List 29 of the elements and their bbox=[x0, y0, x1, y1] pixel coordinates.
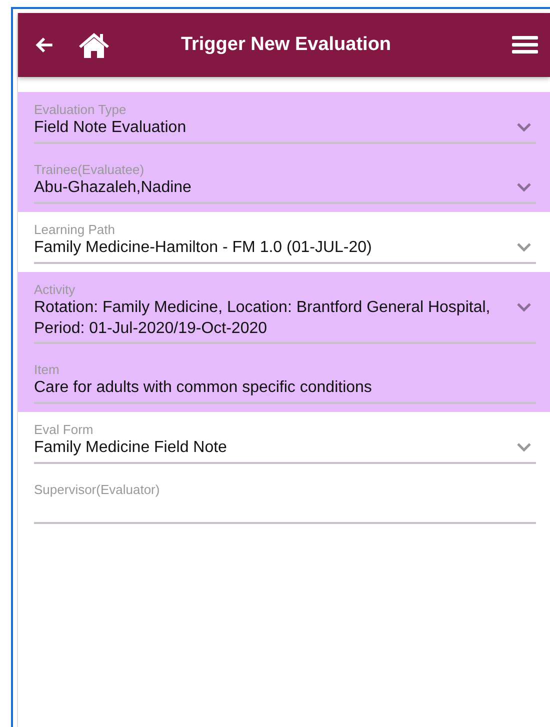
menu-icon bbox=[512, 34, 538, 56]
field-value: Abu-Ghazaleh,Nadine bbox=[34, 178, 192, 198]
chevron-down-icon bbox=[516, 442, 532, 452]
dropdown-field[interactable]: Evaluation Type Field Note Evaluation bbox=[34, 102, 536, 144]
field-value: Care for adults with common specific conditions bbox=[34, 378, 373, 398]
field-value: Family Medicine-Hamilton - FM 1.0 (01-JUL-20) bbox=[34, 238, 373, 258]
chevron-down-icon bbox=[516, 302, 532, 312]
menu-button[interactable] bbox=[512, 34, 538, 56]
dropdown-field[interactable]: Activity Rotation: Family Medicine, Location: Brantford General Hospital, Period: 01-Jul-2020/19-Oct-2020 bbox=[34, 282, 536, 344]
field-label: Evaluation Type bbox=[34, 102, 128, 117]
field-value: Family Medicine Field Note bbox=[34, 438, 228, 458]
field-value: Rotation: Family Medicine, Location: Brantford General Hospital, Period: 01-Jul-2020/19-Oct-2020 bbox=[34, 298, 492, 339]
input-field[interactable]: Item Care for adults with common specific conditions bbox=[34, 362, 536, 404]
home-icon bbox=[78, 31, 110, 59]
dropdown-field[interactable]: Eval Form Family Medicine Field Note bbox=[34, 422, 536, 464]
dropdown-field[interactable]: Learning Path Family Medicine-Hamilton - FM 1.0 (01-JUL-20) bbox=[34, 222, 536, 264]
field-value: Field Note Evaluation bbox=[34, 118, 188, 138]
dropdown-field[interactable]: Trainee(Evaluatee) Abu-Ghazaleh,Nadine bbox=[34, 162, 536, 204]
page-title: Trigger New Evaluation bbox=[180, 34, 392, 56]
home-button[interactable] bbox=[78, 31, 110, 59]
field-label: Trainee(Evaluatee) bbox=[34, 162, 146, 177]
field-label: Eval Form bbox=[34, 422, 94, 437]
chevron-down-icon bbox=[516, 242, 532, 252]
field-label: Supervisor(Evaluator) bbox=[34, 482, 161, 497]
chevron-down-icon bbox=[516, 122, 532, 132]
field-label: Learning Path bbox=[34, 222, 116, 237]
field-label: Activity bbox=[34, 282, 76, 297]
chevron-down-icon bbox=[516, 182, 532, 192]
field-label: Item bbox=[34, 362, 60, 377]
